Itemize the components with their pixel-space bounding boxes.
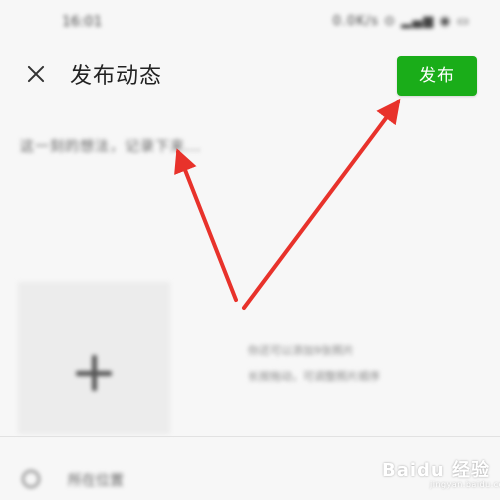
publish-button[interactable]: 发布 (397, 56, 477, 96)
status-icons: 0.0K/s ⊙ ▂▄▆ ◉ ▭ (332, 14, 470, 29)
page-title: 发布动态 (70, 64, 163, 89)
watermark-brand: Baidu 经验 (382, 460, 491, 481)
photo-hint-line1: 你还可以添加9张照片 (248, 344, 354, 357)
arrow-to-publish (242, 98, 401, 310)
close-icon[interactable] (24, 62, 48, 86)
location-icon (22, 470, 40, 488)
photo-hint: 你还可以添加9张照片 长按拖动，可调整照片顺序 (248, 338, 448, 390)
watermark-url: jingyan.baidu.com (430, 480, 500, 489)
photo-hint-line2: 长按拖动，可调整照片顺序 (248, 370, 380, 383)
status-bar: 16:01 0.0K/s ⊙ ▂▄▆ ◉ ▭ (0, 0, 500, 48)
divider (0, 436, 500, 437)
plus-icon (76, 355, 112, 391)
location-label: 所在位置 (68, 473, 124, 489)
arrow-to-input (174, 148, 238, 302)
content-input[interactable]: 这一刻的想法，记录下来... (20, 136, 201, 156)
status-time: 16:01 (62, 14, 103, 30)
